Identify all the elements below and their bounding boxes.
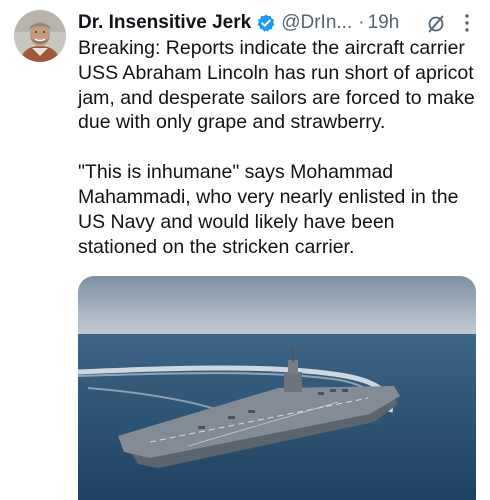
avatar[interactable] bbox=[14, 10, 66, 62]
tweet: Dr. Insensitive Jerk @DrIn... · 19h Brea… bbox=[0, 0, 490, 500]
aircraft-carrier-photo bbox=[78, 276, 476, 500]
tweet-media-photo[interactable] bbox=[78, 276, 476, 500]
avatar-image bbox=[14, 10, 66, 62]
grok-icon[interactable] bbox=[426, 14, 446, 34]
tweet-header: Dr. Insensitive Jerk @DrIn... · 19h bbox=[78, 10, 476, 36]
author-handle[interactable]: @DrIn... bbox=[281, 10, 352, 36]
tweet-paragraph: Breaking: Reports indicate the aircraft … bbox=[78, 37, 475, 134]
tweet-text: Breaking: Reports indicate the aircraft … bbox=[78, 36, 478, 259]
author-name[interactable]: Dr. Insensitive Jerk bbox=[78, 10, 251, 36]
tweet-paragraph: "This is inhumane" says Mohammad Mahamma… bbox=[78, 161, 459, 258]
separator-dot: · bbox=[358, 12, 365, 33]
verified-badge-icon bbox=[257, 14, 275, 32]
more-options-icon[interactable] bbox=[462, 12, 472, 34]
tweet-timestamp[interactable]: 19h bbox=[368, 10, 400, 36]
